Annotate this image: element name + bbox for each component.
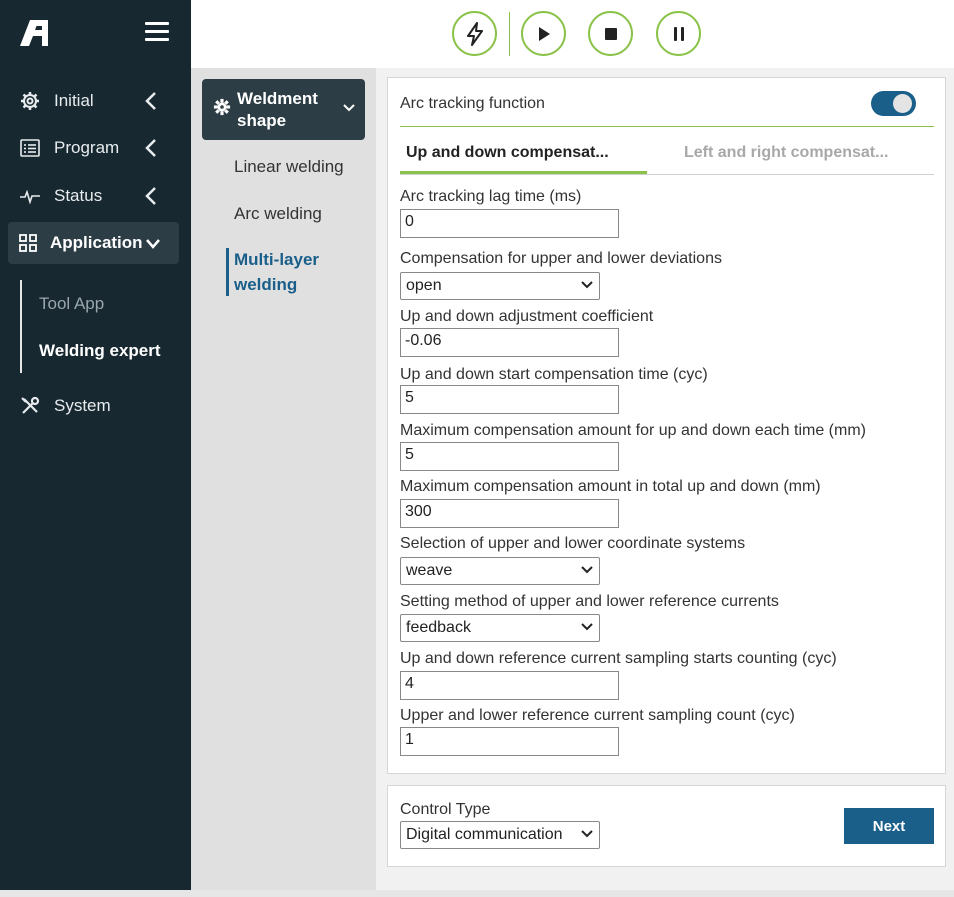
chevron-down-icon	[581, 623, 593, 631]
nav-item-initial[interactable]: Initial	[8, 80, 179, 122]
chevron-left-icon	[145, 139, 156, 157]
arc-tracking-card: Arc tracking function Up and down compen…	[387, 77, 946, 774]
nav-item-application[interactable]: Application	[8, 222, 179, 264]
application-submenu: Tool App Welding expert	[20, 280, 190, 373]
pause-button[interactable]	[656, 11, 701, 56]
divider	[400, 126, 934, 127]
subnav-item-tool-app[interactable]: Tool App	[39, 294, 104, 314]
select-value: weave	[406, 562, 453, 579]
tab-up-down-compensation[interactable]: Up and down compensat...	[406, 144, 609, 162]
nav-label: Program	[54, 138, 120, 157]
subnav-item-welding-expert[interactable]: Welding expert	[39, 341, 161, 361]
deviation-compensation-label: Compensation for upper and lower deviati…	[400, 250, 722, 267]
sampling-start-label: Up and down reference current sampling s…	[400, 650, 837, 667]
reference-current-method-select[interactable]: feedback	[400, 614, 600, 642]
menu-toggle-button[interactable]	[145, 22, 169, 44]
reference-current-method-label: Setting method of upper and lower refere…	[400, 593, 779, 610]
next-button[interactable]: Next	[844, 808, 934, 844]
multi-layer-welding-item[interactable]: Multi-layer welding	[234, 247, 344, 297]
select-value: Digital communication	[406, 826, 563, 843]
tab-left-right-compensation[interactable]: Left and right compensat...	[684, 144, 888, 162]
sampling-start-input[interactable]: 4	[400, 671, 619, 700]
sampling-count-label: Upper and lower reference current sampli…	[400, 707, 795, 724]
max-compensation-each-input[interactable]: 5	[400, 442, 619, 471]
chevron-down-icon	[343, 104, 355, 112]
pause-icon	[673, 26, 684, 41]
lag-time-label: Arc tracking lag time (ms)	[400, 188, 582, 205]
stop-icon	[604, 27, 617, 40]
max-compensation-total-input[interactable]: 300	[400, 499, 619, 528]
coordinate-system-label: Selection of upper and lower coordinate …	[400, 535, 746, 552]
sampling-count-input[interactable]: 1	[400, 727, 619, 756]
nav-label: System	[54, 396, 111, 415]
chevron-down-icon	[146, 239, 160, 249]
nav-label: Status	[54, 186, 103, 205]
max-compensation-total-label: Maximum compensation amount in total up …	[400, 478, 821, 495]
chevron-down-icon	[581, 566, 593, 574]
gear-icon	[213, 98, 231, 116]
arc-tracking-title: Arc tracking function	[400, 95, 545, 112]
nav-label: Initial	[54, 91, 94, 110]
nav-item-system[interactable]: System	[8, 385, 179, 427]
chevron-down-icon	[581, 830, 593, 838]
control-type-card: Control Type Digital communication Next	[387, 785, 946, 867]
nav-item-program[interactable]: Program	[8, 127, 179, 169]
stop-button[interactable]	[588, 11, 633, 56]
sidebar: Initial Program Status Application Tool …	[0, 0, 191, 890]
linear-welding-item[interactable]: Linear welding	[234, 154, 344, 179]
chevron-left-icon	[145, 187, 156, 205]
arc-welding-item[interactable]: Arc welding	[234, 201, 322, 226]
tools-icon	[18, 394, 42, 418]
start-compensation-time-label: Up and down start compensation time (cyc…	[400, 366, 708, 383]
grid-icon	[16, 231, 40, 255]
adjustment-coefficient-label: Up and down adjustment coefficient	[400, 308, 654, 325]
start-compensation-time-input[interactable]: 5	[400, 385, 619, 414]
weldment-shape-dropdown[interactable]: Weldment shape	[202, 79, 365, 140]
toolbar-divider	[509, 12, 510, 56]
welding-type-panel: Weldment shape Linear welding Arc weldin…	[191, 68, 376, 890]
bottom-strip	[0, 890, 954, 897]
adjustment-coefficient-input[interactable]: -0.06	[400, 328, 619, 357]
play-icon	[538, 26, 550, 41]
tab-divider	[400, 174, 934, 175]
control-type-label: Control Type	[400, 801, 491, 818]
logo-icon	[20, 20, 48, 46]
control-type-select[interactable]: Digital communication	[400, 821, 600, 849]
play-button[interactable]	[521, 11, 566, 56]
nav-label: Application	[50, 233, 143, 252]
arc-tracking-toggle[interactable]	[871, 91, 916, 116]
lag-time-input[interactable]: 0	[400, 209, 619, 238]
nav-item-status[interactable]: Status	[8, 175, 179, 217]
pulse-icon	[18, 184, 42, 208]
max-compensation-each-label: Maximum compensation amount for up and d…	[400, 422, 866, 439]
weldment-shape-label: Weldment shape	[237, 89, 318, 130]
coordinate-system-select[interactable]: weave	[400, 557, 600, 585]
lightning-icon	[466, 21, 483, 46]
chevron-down-icon	[581, 281, 593, 289]
active-indicator	[226, 248, 229, 296]
list-icon	[18, 136, 42, 160]
deviation-compensation-select[interactable]: open	[400, 272, 600, 300]
select-value: open	[406, 277, 442, 294]
gear-icon	[18, 89, 42, 113]
chevron-left-icon	[145, 92, 156, 110]
select-value: feedback	[406, 619, 471, 636]
lightning-button[interactable]	[452, 11, 497, 56]
